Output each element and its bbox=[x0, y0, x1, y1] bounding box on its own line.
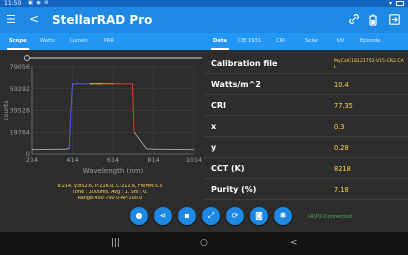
readout-line-3: Range:400-700 0-AP:100.0 bbox=[77, 196, 143, 201]
tab-watts[interactable]: Watts bbox=[40, 33, 55, 50]
x-tick-label: 214 bbox=[26, 156, 38, 164]
data-row-purity: Purity (%) 7.18 bbox=[204, 180, 408, 200]
data-value: 8218 bbox=[334, 165, 351, 173]
spectrum-segment bbox=[68, 115, 72, 149]
data-label: x bbox=[211, 122, 217, 131]
left-tab-bar: Scope Watts Lumen PAR bbox=[0, 33, 204, 50]
spectrum-segment bbox=[133, 131, 148, 150]
data-row-x: x 0.3 bbox=[204, 117, 408, 137]
data-value: 7.18 bbox=[334, 186, 349, 194]
refresh-icon: ⟳ bbox=[231, 211, 239, 220]
lightbulb-icon: ● bbox=[135, 211, 143, 220]
y-tick-label: 79056 bbox=[10, 63, 30, 71]
y-tick-label: 39528 bbox=[10, 107, 30, 115]
data-row-cct: CCT (K) 8218 bbox=[204, 159, 408, 179]
tab-episode[interactable]: Episode bbox=[360, 33, 380, 50]
settings-icon: ✱ bbox=[279, 211, 287, 220]
data-value: 0.28 bbox=[334, 144, 349, 152]
data-row-calibration: Calibration file MyCalC18121752-V15-CR2.… bbox=[204, 54, 408, 74]
x-tick-label: 414 bbox=[66, 156, 78, 164]
data-value: 77.35 bbox=[334, 102, 353, 110]
data-label: Purity (%) bbox=[211, 185, 257, 194]
tab-scope[interactable]: Scope bbox=[7, 33, 29, 50]
device-battery-icon[interactable] bbox=[369, 14, 377, 30]
expand-button[interactable]: ⤢ bbox=[202, 207, 220, 225]
home-nav-icon[interactable]: ○ bbox=[200, 236, 208, 250]
data-panel: Calibration file MyCalC18121752-V15-CR2.… bbox=[204, 50, 408, 232]
data-label: CCT (K) bbox=[211, 164, 245, 173]
y-axis-label: counts bbox=[3, 100, 10, 120]
tab-uv[interactable]: UV bbox=[337, 33, 344, 50]
wifi-icon: ▾ bbox=[388, 0, 392, 7]
tab-cri[interactable]: CRI bbox=[276, 33, 285, 50]
x-tick-label: 814 bbox=[147, 156, 159, 164]
app-screen: 11:50 ▣ ◉ ✉ ▾ ☰ < StellarRAD Pro Scope W… bbox=[0, 0, 408, 255]
data-label: Watts/m^2 bbox=[211, 80, 261, 89]
battery-icon bbox=[396, 1, 404, 6]
system-nav-bar: ||| ○ < bbox=[0, 232, 408, 255]
save-button[interactable]: ▪ bbox=[178, 207, 196, 225]
y-tick-label: 19764 bbox=[10, 128, 30, 136]
spectrum-segment bbox=[65, 148, 70, 150]
tab-cie-1931[interactable]: CIE 1931 bbox=[238, 33, 261, 50]
link-icon[interactable] bbox=[349, 14, 360, 28]
app-title: StellarRAD Pro bbox=[52, 13, 153, 27]
spectrum-chart[interactable]: 790565929239528197640214 414 614 814 1014Wav… bbox=[0, 50, 204, 232]
recents-nav-icon[interactable]: ||| bbox=[111, 236, 120, 250]
x-axis-label: Wavelength (nm) bbox=[83, 167, 144, 175]
camera-button[interactable]: ◙ bbox=[250, 207, 268, 225]
x-tick-label: 1014 bbox=[186, 156, 202, 164]
settings-button[interactable]: ✱ bbox=[274, 207, 292, 225]
tab-lumen[interactable]: Lumen bbox=[70, 33, 88, 50]
y-tick-label: 59292 bbox=[10, 85, 30, 93]
tab-par[interactable]: PAR bbox=[104, 33, 114, 50]
back-icon[interactable]: < bbox=[29, 12, 39, 26]
data-label: Calibration file bbox=[211, 59, 278, 68]
right-tab-bar: Data CIE 1931 CRI Solar UV Episode bbox=[204, 33, 408, 50]
camera-icon: ◙ bbox=[255, 211, 263, 220]
app-bar: ☰ < StellarRAD Pro bbox=[0, 7, 408, 33]
spectrum-segment bbox=[131, 83, 135, 133]
exit-icon[interactable] bbox=[389, 14, 400, 29]
tab-data[interactable]: Data bbox=[211, 33, 229, 50]
data-label: CRI bbox=[211, 101, 227, 110]
data-label: y bbox=[211, 143, 217, 152]
share-icon: ⋖ bbox=[159, 211, 167, 220]
scope-panel: 79056 59292 39528 19764 0 214 414 614 814 1014 Wav… bbox=[0, 50, 204, 232]
x-tick-label: 614 bbox=[107, 156, 119, 164]
data-value: MyCalC18121752-V15-CR2.CAL bbox=[334, 59, 404, 70]
data-value: 10.4 bbox=[334, 81, 349, 89]
status-icons: ▣ ◉ ✉ bbox=[28, 0, 50, 6]
back-nav-icon[interactable]: < bbox=[290, 236, 298, 250]
save-icon: ▪ bbox=[184, 211, 190, 220]
data-row-cri: CRI 77.35 bbox=[204, 96, 408, 116]
status-time: 11:50 bbox=[4, 0, 22, 7]
data-row-y: y 0.28 bbox=[204, 138, 408, 158]
expand-icon: ⤢ bbox=[207, 211, 215, 220]
connection-status: (A)P2-Connected bbox=[308, 214, 352, 220]
refresh-button[interactable]: ⟳ bbox=[226, 207, 244, 225]
status-bar: 11:50 ▣ ◉ ✉ ▾ bbox=[0, 0, 408, 7]
data-value: 0.3 bbox=[334, 123, 345, 131]
lightbulb-button[interactable]: ● bbox=[130, 207, 148, 225]
share-button[interactable]: ⋖ bbox=[154, 207, 172, 225]
menu-icon[interactable]: ☰ bbox=[6, 13, 16, 27]
tab-solar[interactable]: Solar bbox=[305, 33, 318, 50]
data-row-watts: Watts/m^2 10.4 bbox=[204, 75, 408, 95]
